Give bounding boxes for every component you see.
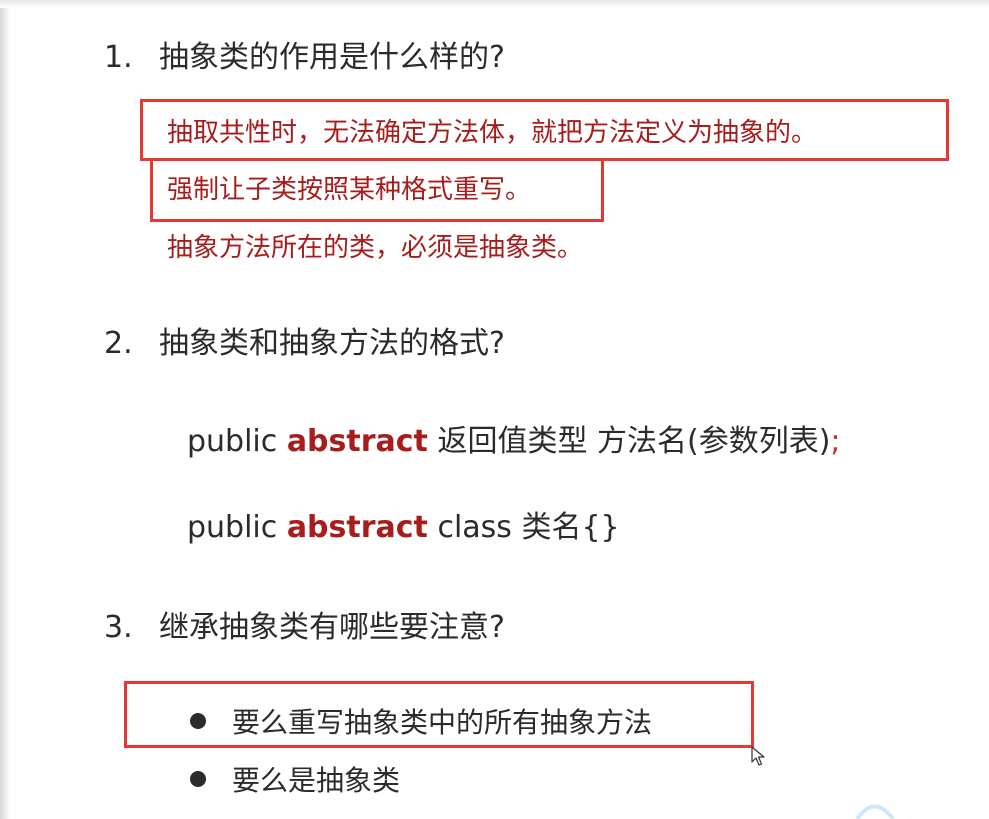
question-1-number: 1. — [104, 40, 133, 75]
question-1-answer-2: 强制让子类按照某种格式重写。 — [167, 175, 532, 205]
abstract-class-syntax: public abstract class 类名{} — [187, 508, 620, 548]
question-3-heading: 3. 继承抽象类有哪些要注意? — [104, 608, 505, 648]
question-3-bullet-1: 要么重写抽象类中的所有抽象方法 — [190, 704, 652, 742]
method-semicolon: ; — [830, 424, 841, 459]
bullet-dot-icon — [190, 771, 206, 787]
class-abstract-keyword: abstract — [286, 510, 428, 545]
mouse-pointer-icon — [751, 746, 765, 766]
question-1-answer-3: 抽象方法所在的类，必须是抽象类。 — [167, 233, 584, 263]
class-declaration: class 类名{} — [437, 510, 620, 545]
question-2-title: 抽象类和抽象方法的格式? — [159, 326, 505, 361]
abstract-method-syntax: public abstract 返回值类型 方法名(参数列表); — [187, 422, 841, 462]
method-abstract-keyword: abstract — [286, 424, 428, 459]
question-2-number: 2. — [104, 326, 133, 361]
method-modifier: public — [187, 424, 278, 459]
question-1-heading: 1. 抽象类的作用是什么样的? — [104, 38, 505, 78]
question-1-answer-1: 抽取共性时，无法确定方法体，就把方法定义为抽象的。 — [167, 118, 818, 148]
method-signature: 返回值类型 方法名(参数列表) — [437, 424, 831, 459]
class-modifier: public — [187, 510, 278, 545]
question-3-title: 继承抽象类有哪些要注意? — [159, 610, 505, 645]
bullet-dot-icon — [190, 713, 206, 729]
bullet-2-text: 要么是抽象类 — [232, 764, 401, 797]
bullet-1-text: 要么重写抽象类中的所有抽象方法 — [232, 706, 653, 739]
left-edge-shadow — [0, 0, 10, 819]
decorative-curve — [855, 804, 895, 819]
question-1-title: 抽象类的作用是什么样的? — [159, 40, 505, 75]
question-3-bullet-2: 要么是抽象类 — [190, 762, 400, 800]
question-2-heading: 2. 抽象类和抽象方法的格式? — [104, 324, 505, 364]
question-3-number: 3. — [104, 610, 133, 645]
top-edge-shadow — [0, 0, 989, 8]
